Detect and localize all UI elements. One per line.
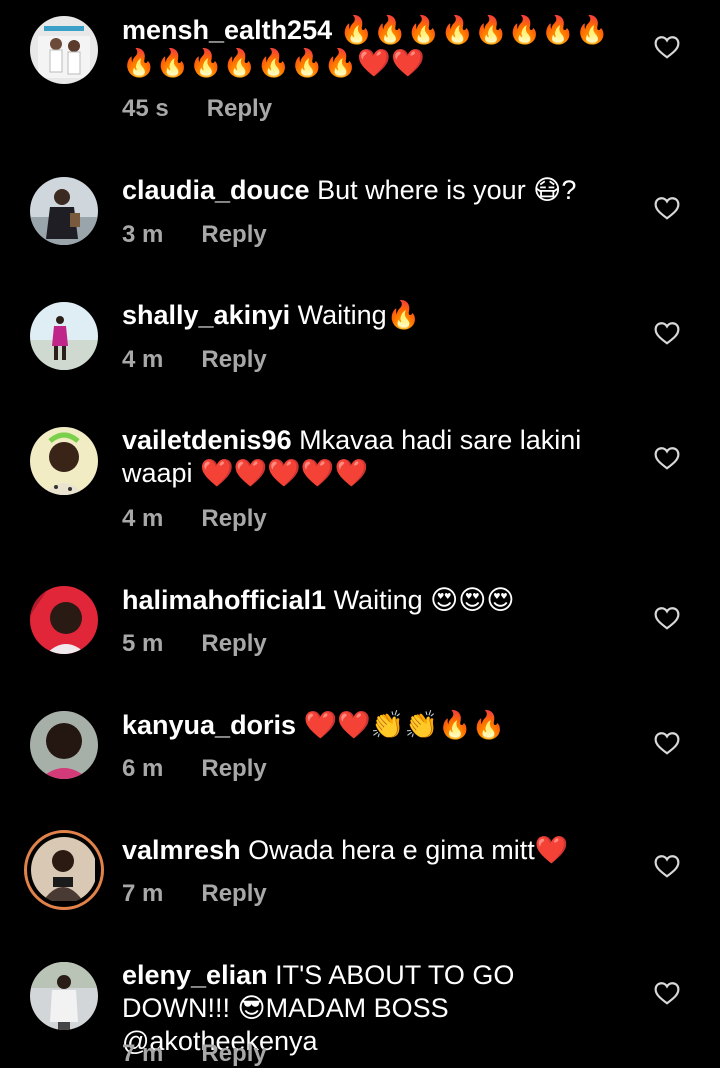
heart-outline-icon[interactable] bbox=[654, 981, 680, 1005]
reply-button[interactable]: Reply bbox=[207, 95, 272, 123]
comment-username[interactable]: valmresh bbox=[122, 835, 241, 865]
comment-item: halimahofficial1 Waiting 😍😍😍 5 m Reply bbox=[0, 550, 720, 675]
comment-time: 4 m bbox=[122, 346, 164, 373]
avatar[interactable] bbox=[30, 586, 98, 654]
comment-item: kanyua_doris ❤️❤️👏👏🔥🔥 6 m Reply bbox=[0, 675, 720, 800]
avatar[interactable] bbox=[30, 962, 98, 1030]
comment-meta: 3 m Reply bbox=[122, 221, 267, 249]
heart-outline-icon[interactable] bbox=[654, 731, 680, 755]
comment-time: 45 s bbox=[122, 95, 169, 122]
heart-outline-icon[interactable] bbox=[654, 35, 680, 59]
avatar[interactable] bbox=[30, 711, 98, 779]
heart-outline-icon[interactable] bbox=[654, 854, 680, 878]
heart-outline-icon[interactable] bbox=[654, 196, 680, 220]
comment-body: valmresh Owada hera e gima mitt❤️ bbox=[122, 834, 622, 867]
comment-time: 4 m bbox=[122, 505, 164, 532]
comment-body: claudia_douce But where is your 😷? bbox=[122, 174, 622, 207]
comment-username[interactable]: eleny_elian bbox=[122, 960, 268, 990]
comment-time: 5 m bbox=[122, 630, 164, 657]
reply-button[interactable]: Reply bbox=[201, 346, 266, 374]
comment-meta: 4 m Reply bbox=[122, 346, 267, 374]
comment-item: mensh_ealth254 🔥🔥🔥🔥🔥🔥🔥🔥🔥🔥🔥🔥🔥🔥🔥❤️❤️ 45 s … bbox=[0, 0, 720, 140]
comment-body: vailetdenis96 Mkavaa hadi sare lakini wa… bbox=[122, 424, 622, 490]
comment-username[interactable]: mensh_ealth254 bbox=[122, 15, 332, 45]
avatar bbox=[31, 837, 97, 903]
comment-item: eleny_elian IT'S ABOUT TO GO DOWN!!! 😎MA… bbox=[0, 925, 720, 1068]
comment-meta: 4 m Reply bbox=[122, 505, 267, 533]
avatar[interactable] bbox=[30, 16, 98, 84]
avatar[interactable] bbox=[30, 302, 98, 370]
comment-username[interactable]: shally_akinyi bbox=[122, 300, 290, 330]
comment-username[interactable]: vailetdenis96 bbox=[122, 425, 292, 455]
heart-outline-icon[interactable] bbox=[654, 606, 680, 630]
reply-button[interactable]: Reply bbox=[201, 505, 266, 533]
comment-text: But where is your 😷? bbox=[317, 175, 577, 205]
comment-meta: 45 s Reply bbox=[122, 95, 272, 123]
comment-meta: 5 m Reply bbox=[122, 630, 267, 658]
comment-body: kanyua_doris ❤️❤️👏👏🔥🔥 bbox=[122, 709, 622, 742]
reply-button[interactable]: Reply bbox=[201, 880, 266, 908]
avatar[interactable] bbox=[30, 427, 98, 495]
comment-time: 3 m bbox=[122, 221, 164, 248]
reply-button[interactable]: Reply bbox=[201, 630, 266, 658]
avatar[interactable] bbox=[30, 177, 98, 245]
avatar-story-ring[interactable] bbox=[24, 830, 104, 910]
heart-outline-icon[interactable] bbox=[654, 446, 680, 470]
comment-item: vailetdenis96 Mkavaa hadi sare lakini wa… bbox=[0, 390, 720, 550]
reply-button[interactable]: Reply bbox=[201, 221, 266, 249]
comment-username[interactable]: halimahofficial1 bbox=[122, 585, 326, 615]
comment-body: halimahofficial1 Waiting 😍😍😍 bbox=[122, 584, 622, 617]
comment-meta: 7 m Reply bbox=[122, 880, 267, 908]
comment-meta: 7 m Reply bbox=[122, 1040, 267, 1068]
comment-time: 6 m bbox=[122, 755, 164, 782]
comment-body: mensh_ealth254 🔥🔥🔥🔥🔥🔥🔥🔥🔥🔥🔥🔥🔥🔥🔥❤️❤️ bbox=[122, 14, 622, 80]
comment-text: Waiting 😍😍😍 bbox=[333, 585, 515, 615]
comment-text: ❤️❤️👏👏🔥🔥 bbox=[303, 710, 506, 740]
reply-button[interactable]: Reply bbox=[201, 1040, 266, 1068]
comment-text: Owada hera e gima mitt❤️ bbox=[248, 835, 569, 865]
comment-meta: 6 m Reply bbox=[122, 755, 267, 783]
comment-item: claudia_douce But where is your 😷? 3 m R… bbox=[0, 140, 720, 265]
comment-item: valmresh Owada hera e gima mitt❤️ 7 m Re… bbox=[0, 800, 720, 925]
comment-time: 7 m bbox=[122, 1040, 164, 1067]
comment-text: Waiting🔥 bbox=[297, 300, 421, 330]
reply-button[interactable]: Reply bbox=[201, 755, 266, 783]
comment-username[interactable]: claudia_douce bbox=[122, 175, 310, 205]
comment-username[interactable]: kanyua_doris bbox=[122, 710, 296, 740]
heart-outline-icon[interactable] bbox=[654, 321, 680, 345]
comment-item: shally_akinyi Waiting🔥 4 m Reply bbox=[0, 265, 720, 390]
comment-body: shally_akinyi Waiting🔥 bbox=[122, 299, 622, 332]
comment-time: 7 m bbox=[122, 880, 164, 907]
